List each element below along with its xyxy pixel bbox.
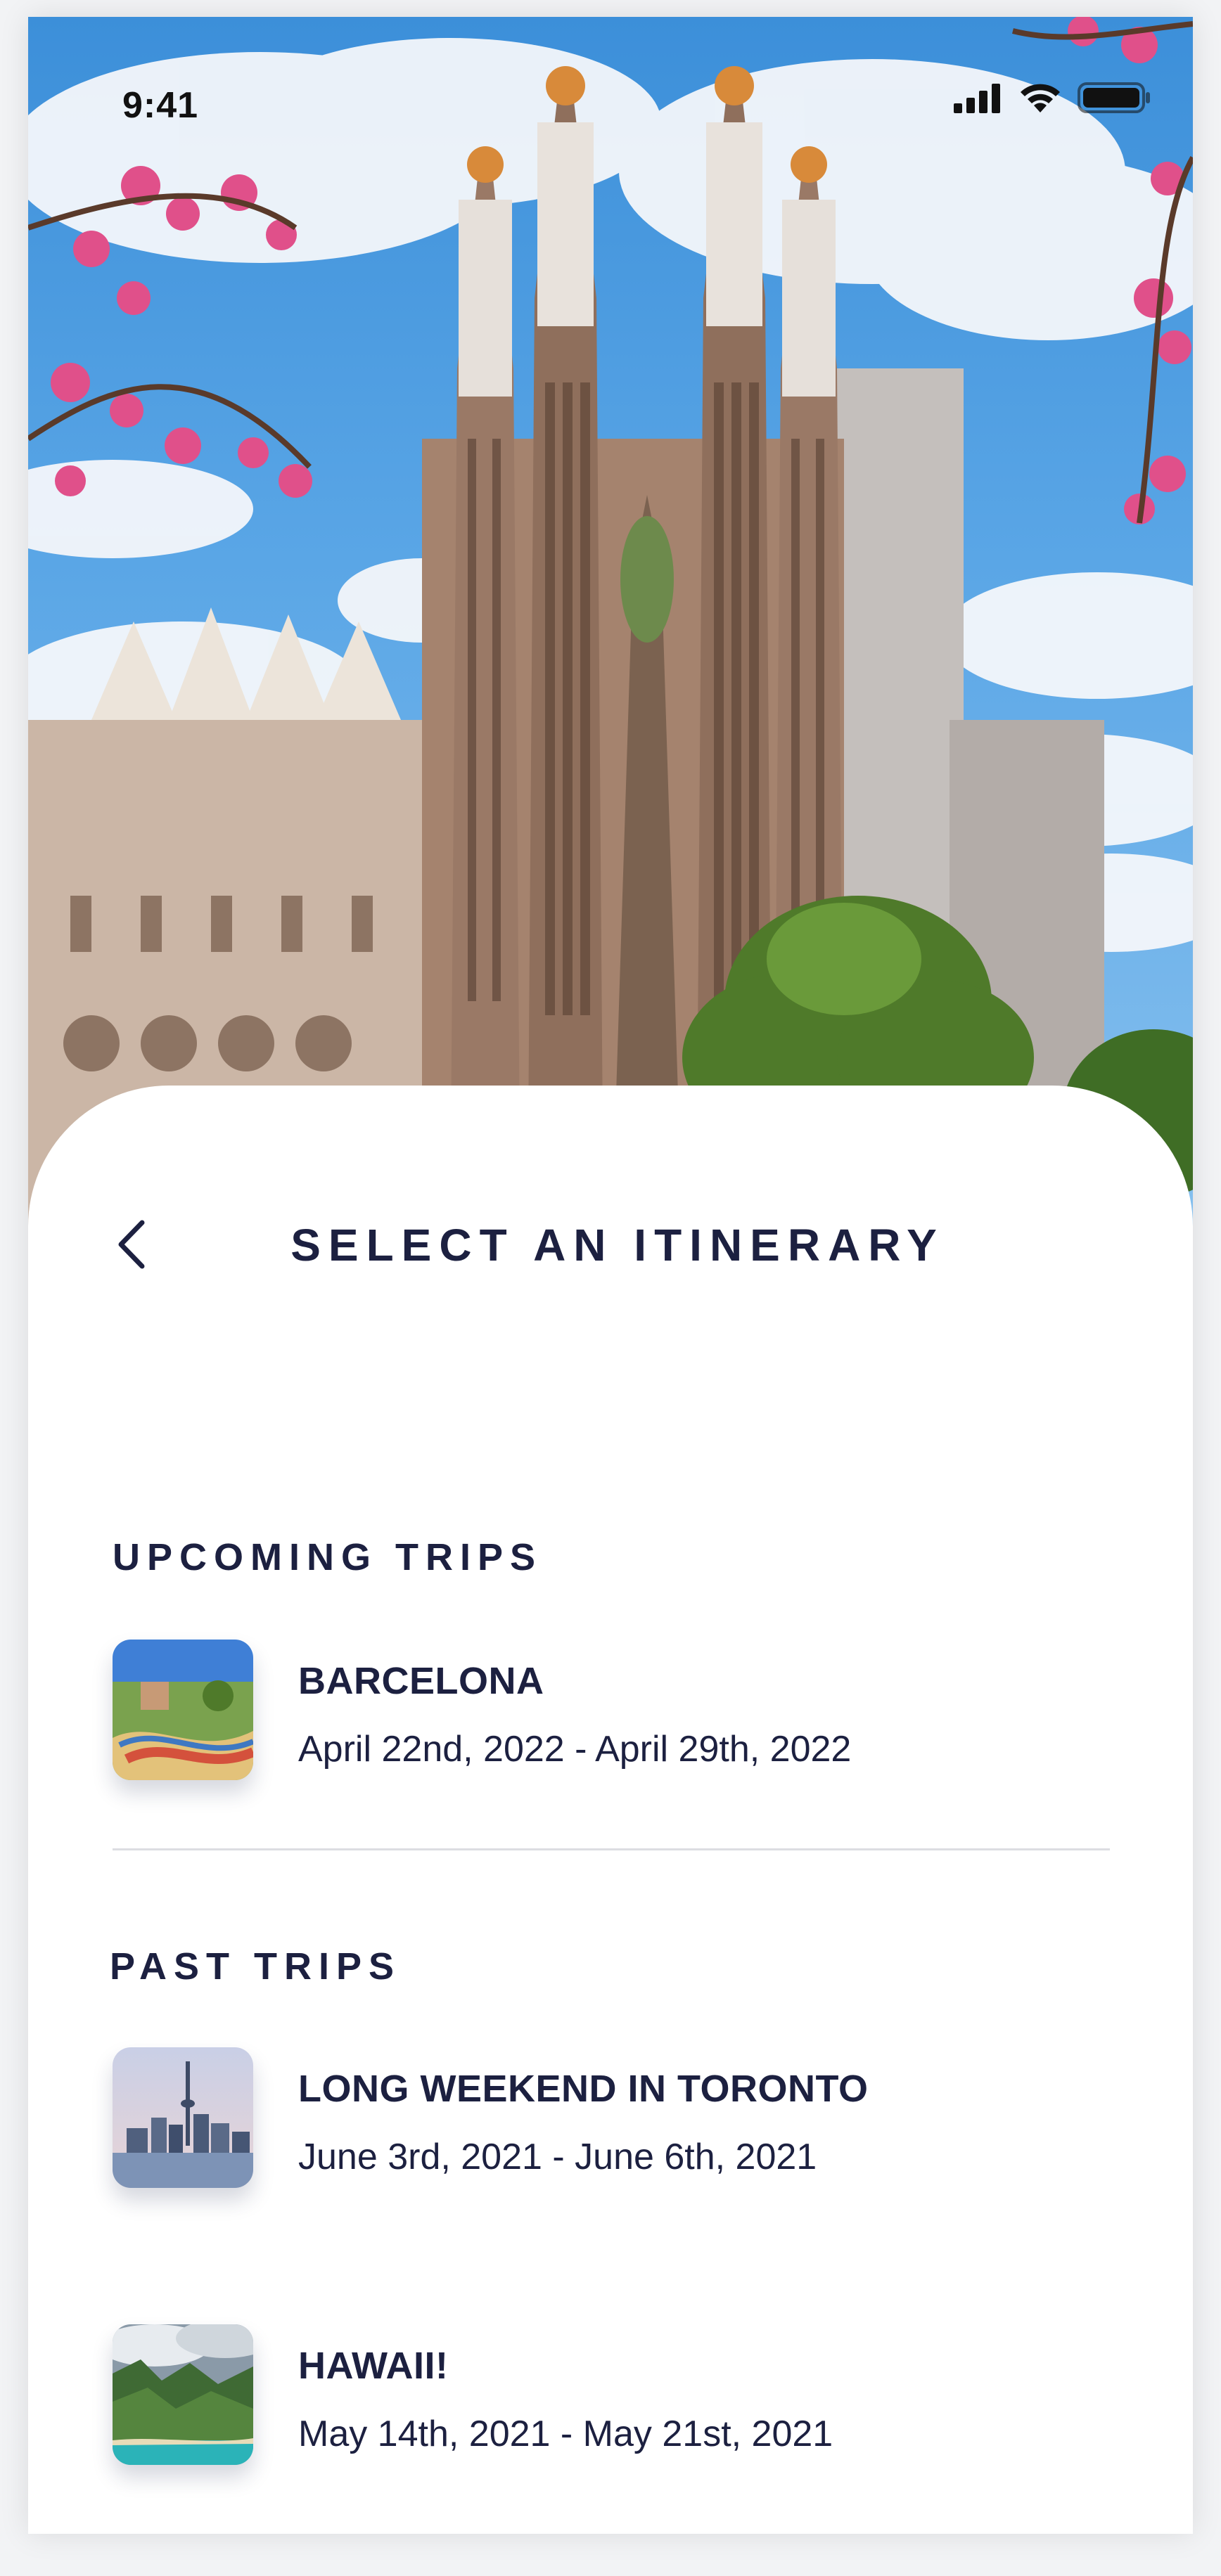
trip-hawaii[interactable]: HAWAII! May 14th, 2021 - May 21st, 2021 <box>113 2324 1125 2472</box>
status-icons <box>954 82 1151 117</box>
upcoming-trips-heading: UPCOMING TRIPS <box>113 1536 543 1578</box>
trip-name: LONG WEEKEND IN TORONTO <box>298 2068 869 2110</box>
hero-image <box>28 17 1193 1226</box>
page-title: SELECT AN ITINERARY <box>290 1220 945 1270</box>
section-divider <box>113 1848 1110 1850</box>
trip-barcelona[interactable]: BARCELONA April 22nd, 2022 - April 29th,… <box>113 1640 1125 1787</box>
barcelona-thumbnail <box>113 1640 253 1780</box>
cellular-signal-icon <box>954 82 1003 117</box>
battery-icon <box>1078 82 1151 117</box>
trip-toronto[interactable]: LONG WEEKEND IN TORONTO June 3rd, 2021 -… <box>113 2047 1125 2195</box>
phone-screen: 9:41 SELECT AN ITINERARY UPCOMING TRIPS … <box>28 17 1193 2534</box>
status-time: 9:41 <box>122 85 199 126</box>
trip-name: BARCELONA <box>298 1660 544 1702</box>
past-trips-heading: PAST TRIPS <box>110 1945 402 1988</box>
trip-name: HAWAII! <box>298 2345 449 2387</box>
trip-dates: May 14th, 2021 - May 21st, 2021 <box>298 2414 833 2454</box>
trip-dates: June 3rd, 2021 - June 6th, 2021 <box>298 2137 817 2177</box>
toronto-thumbnail <box>113 2047 253 2188</box>
trip-dates: April 22nd, 2022 - April 29th, 2022 <box>298 1729 852 1770</box>
status-bar: 9:41 <box>28 17 1193 143</box>
hawaii-thumbnail <box>113 2324 253 2465</box>
wifi-icon <box>1018 82 1062 117</box>
itinerary-sheet: SELECT AN ITINERARY UPCOMING TRIPS BARCE… <box>28 1086 1193 2534</box>
